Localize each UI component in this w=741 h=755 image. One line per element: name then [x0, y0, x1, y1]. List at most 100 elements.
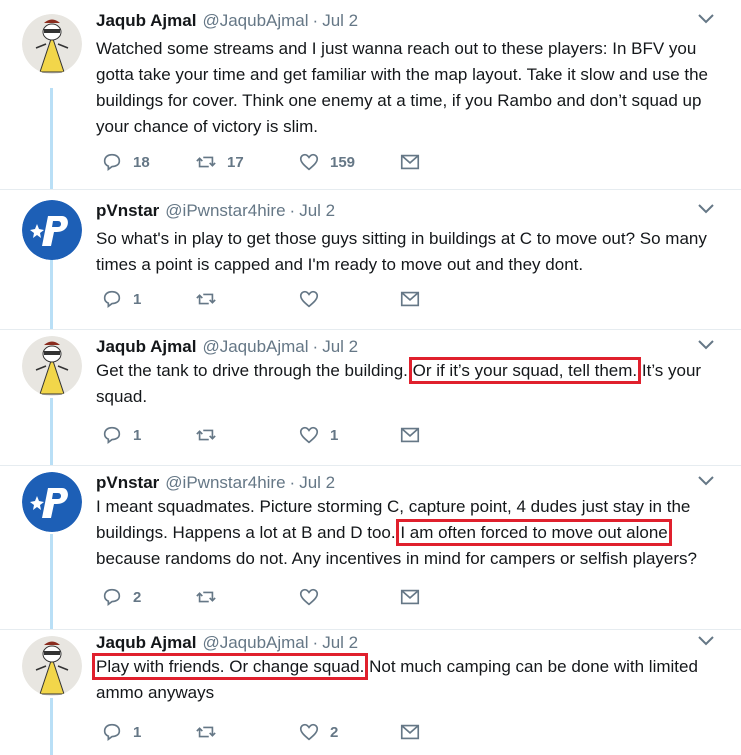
avatar[interactable] — [22, 200, 82, 260]
tweet-text-part: because randoms do not. Any incentives i… — [96, 549, 697, 568]
avatar[interactable] — [22, 336, 82, 396]
retweet-icon — [196, 156, 216, 168]
user-handle[interactable]: @JaqubAjmal — [202, 337, 308, 357]
retweet-button[interactable] — [195, 286, 227, 312]
heart-icon — [299, 723, 319, 741]
chevron-down-icon[interactable] — [697, 474, 715, 488]
cartoon-avatar-icon — [22, 14, 82, 74]
like-button[interactable]: 1 — [298, 422, 338, 448]
tweet-actions: 1 2 — [96, 719, 436, 745]
tweet-header: pVnstar @iPwnstar4hire · Jul 2 — [96, 472, 719, 494]
tweet-text: Watched some streams and I just wanna re… — [96, 36, 726, 140]
direct-message-button[interactable] — [399, 149, 421, 175]
reply-count: 18 — [133, 153, 150, 171]
tweet-text: Play with friends. Or change squad. Not … — [91, 653, 726, 706]
retweet-button[interactable] — [195, 422, 227, 448]
envelope-icon — [400, 291, 420, 307]
like-count: 159 — [330, 153, 356, 171]
tweet-date[interactable]: Jul 2 — [299, 473, 335, 493]
reply-button[interactable]: 18 — [101, 149, 150, 175]
reply-button[interactable]: 1 — [101, 422, 141, 448]
retweet-button[interactable] — [195, 584, 227, 610]
display-name[interactable]: Jaqub Ajmal — [96, 11, 196, 31]
tweet[interactable]: pVnstar @iPwnstar4hire · Jul 2 So what's… — [0, 190, 741, 330]
reply-count: 1 — [133, 723, 142, 741]
envelope-icon — [400, 154, 420, 170]
envelope-icon — [400, 427, 420, 443]
user-handle[interactable]: @iPwnstar4hire — [165, 473, 285, 493]
display-name[interactable]: Jaqub Ajmal — [96, 633, 196, 653]
retweet-icon — [196, 726, 216, 738]
tweet-date[interactable]: Jul 2 — [299, 201, 335, 221]
reply-button[interactable]: 1 — [101, 286, 141, 312]
separator-dot: · — [289, 473, 296, 492]
avatar[interactable] — [22, 472, 82, 532]
direct-message-button[interactable] — [399, 286, 421, 312]
tweet-text: I meant squadmates. Picture storming C, … — [96, 494, 721, 572]
retweet-button[interactable]: 17 — [195, 149, 244, 175]
heart-icon — [299, 290, 319, 308]
retweet-count: 17 — [227, 153, 244, 171]
reply-icon — [103, 723, 121, 741]
tweet[interactable]: pVnstar @iPwnstar4hire · Jul 2 I meant s… — [0, 466, 741, 630]
separator-dot: · — [312, 337, 319, 356]
direct-message-button[interactable] — [399, 719, 421, 745]
display-name[interactable]: Jaqub Ajmal — [96, 337, 196, 357]
p-logo-icon — [22, 200, 82, 260]
reply-button[interactable]: 1 — [101, 719, 141, 745]
tweet-actions: 2 — [96, 584, 436, 610]
tweet[interactable]: Jaqub Ajmal @JaqubAjmal · Jul 2 Watched … — [0, 0, 741, 190]
tweet-date[interactable]: Jul 2 — [322, 633, 358, 653]
reply-icon — [103, 588, 121, 606]
chevron-down-icon[interactable] — [697, 634, 715, 648]
heart-icon — [299, 588, 319, 606]
chevron-down-icon[interactable] — [697, 338, 715, 352]
tweet[interactable]: Jaqub Ajmal @JaqubAjmal · Jul 2 Play wit… — [0, 630, 741, 755]
tweet-actions: 1 — [96, 286, 436, 312]
user-handle[interactable]: @iPwnstar4hire — [165, 201, 285, 221]
like-button[interactable] — [298, 584, 330, 610]
tweet-date[interactable]: Jul 2 — [322, 11, 358, 31]
envelope-icon — [400, 589, 420, 605]
heart-icon — [299, 426, 319, 444]
chevron-down-icon[interactable] — [697, 12, 715, 26]
tweet-header: Jaqub Ajmal @JaqubAjmal · Jul 2 — [96, 336, 719, 358]
direct-message-button[interactable] — [399, 584, 421, 610]
tweet-text: So what's in play to get those guys sitt… — [96, 226, 726, 278]
separator-dot: · — [312, 11, 319, 30]
like-button[interactable]: 2 — [298, 719, 338, 745]
heart-icon — [299, 153, 319, 171]
highlighted-text: Play with friends. Or change squad. — [91, 653, 369, 680]
tweet-date[interactable]: Jul 2 — [322, 337, 358, 357]
reply-icon — [103, 290, 121, 308]
like-button[interactable]: 159 — [298, 149, 355, 175]
avatar[interactable] — [22, 14, 82, 74]
retweet-icon — [196, 591, 216, 603]
avatar[interactable] — [22, 636, 82, 696]
highlighted-text: I am often forced to move out alone — [396, 519, 672, 546]
separator-dot: · — [312, 633, 319, 652]
p-logo-icon — [22, 472, 82, 532]
chevron-down-icon[interactable] — [697, 202, 715, 216]
tweet-text: Get the tank to drive through the buildi… — [96, 357, 726, 410]
user-handle[interactable]: @JaqubAjmal — [202, 11, 308, 31]
separator-dot: · — [289, 201, 296, 220]
direct-message-button[interactable] — [399, 422, 421, 448]
highlighted-text: Or if it’s your squad, tell them. — [408, 357, 642, 384]
retweet-icon — [196, 429, 216, 441]
reply-button[interactable]: 2 — [101, 584, 141, 610]
display-name[interactable]: pVnstar — [96, 473, 159, 493]
tweet-header: Jaqub Ajmal @JaqubAjmal · Jul 2 — [96, 632, 719, 654]
tweet-actions: 18 17 159 — [96, 149, 436, 175]
tweet-actions: 1 1 — [96, 422, 436, 448]
retweet-button[interactable] — [195, 719, 227, 745]
like-count: 1 — [330, 426, 339, 444]
tweet-header: Jaqub Ajmal @JaqubAjmal · Jul 2 — [96, 10, 719, 32]
like-button[interactable] — [298, 286, 330, 312]
reply-count: 1 — [133, 290, 142, 308]
user-handle[interactable]: @JaqubAjmal — [202, 633, 308, 653]
tweet[interactable]: Jaqub Ajmal @JaqubAjmal · Jul 2 Get the … — [0, 330, 741, 466]
display-name[interactable]: pVnstar — [96, 201, 159, 221]
like-count: 2 — [330, 723, 339, 741]
reply-count: 2 — [133, 588, 142, 606]
